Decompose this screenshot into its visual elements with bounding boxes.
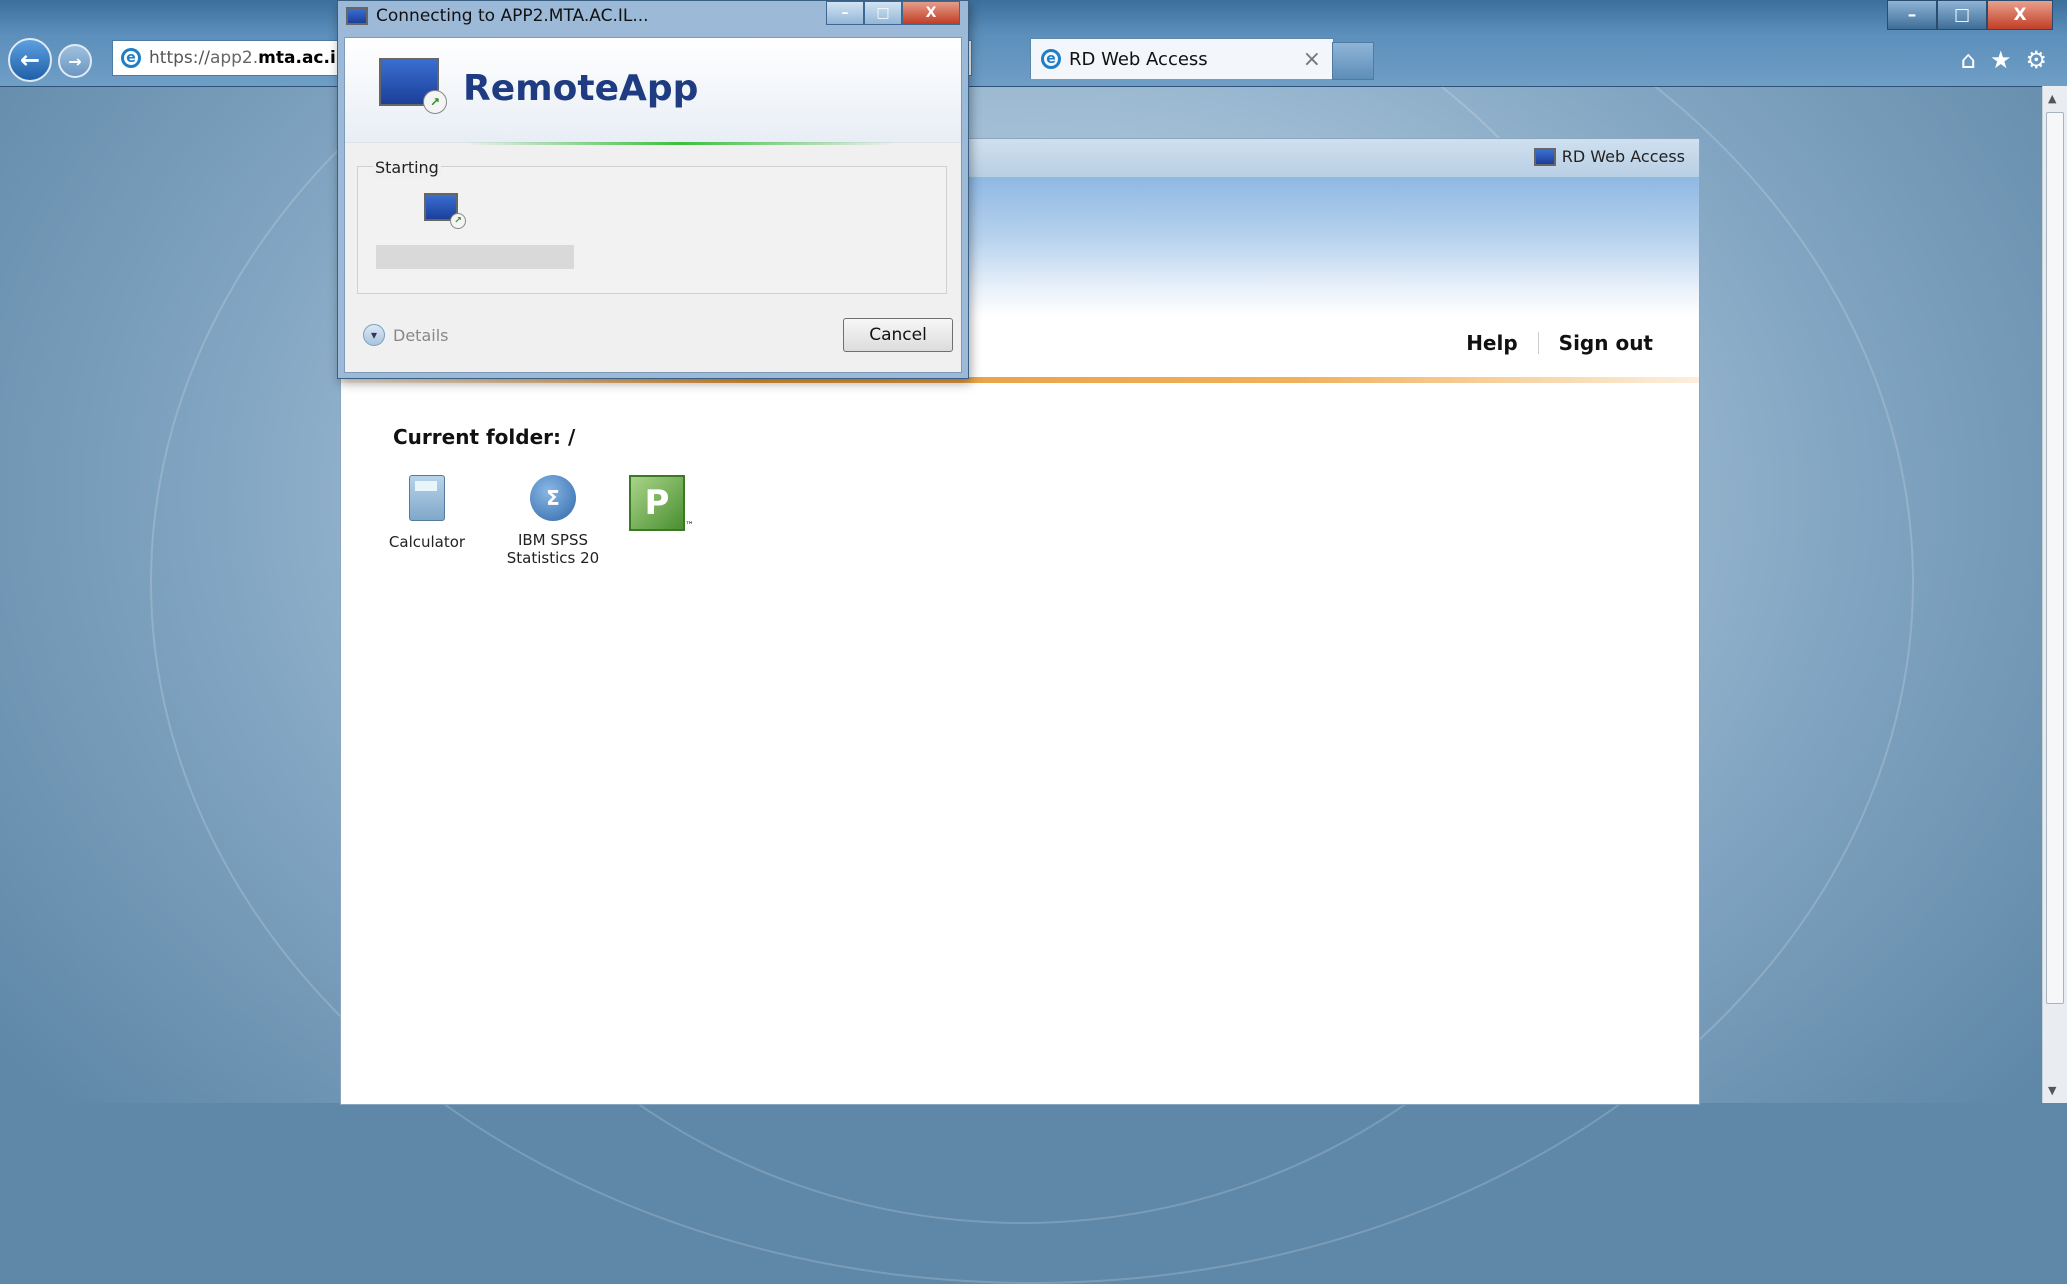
dialog-window-controls: – □ X [826,1,960,25]
help-link[interactable]: Help [1466,331,1517,355]
page-nav: Help Sign out [1466,331,1653,355]
remote-desktop-icon [1533,147,1556,166]
dialog-heading: RemoteApp [463,68,699,109]
scroll-down-icon[interactable]: ▼ [2048,1084,2056,1097]
app-starting-icon: ↗ [424,193,466,229]
url-domain: mta.ac.il [258,48,342,68]
calculator-icon [409,475,445,521]
gear-icon[interactable]: ⚙ [2025,46,2047,74]
dialog-close-button[interactable]: X [902,1,960,25]
app-ibm-spss[interactable]: Σ IBM SPSS Statistics 20 [503,475,603,567]
nav-divider [1537,332,1539,354]
remoteapp-logo-icon: ↗ [379,58,447,114]
scrollbar-thumb[interactable] [2046,112,2064,1004]
url-prefix: https:// [149,48,210,68]
toolbar-icons: ⌂ ★ ⚙ [1961,46,2047,74]
spss-icon: Σ [530,475,576,521]
app-name-redacted [376,245,574,269]
rd-web-access-label: RD Web Access [1533,147,1685,166]
browser-chrome: ← → e https:// app2. mta.ac.il / C ✕ e R… [0,0,2067,87]
ie-page-icon: e [121,48,141,68]
tab-title: RD Web Access [1069,48,1208,70]
new-tab-button[interactable] [1332,42,1374,80]
progress-glow [465,142,895,145]
star-icon[interactable]: ★ [1990,46,2012,74]
window-controls: – □ X [1887,0,2053,30]
remoteapp-connecting-dialog: Connecting to APP2.MTA.AC.IL... – □ X ↗ … [337,0,969,379]
trademark-mark: ™ [685,521,694,531]
current-folder-heading: Current folder: / [393,425,576,449]
app-project[interactable]: P ™ [629,475,729,567]
remote-desktop-icon [346,7,368,25]
scroll-up-icon[interactable]: ▲ [2048,92,2056,105]
maximize-button[interactable]: □ [1937,0,1987,30]
header-label-text: RD Web Access [1561,147,1685,166]
dialog-minimize-button[interactable]: – [826,1,864,25]
sign-out-link[interactable]: Sign out [1559,331,1653,355]
app-calculator[interactable]: Calculator [377,475,477,567]
cancel-button[interactable]: Cancel [843,318,953,352]
chevron-down-icon: ▾ [363,324,385,346]
url-host: app2. [209,48,259,68]
app-label: Calculator [388,533,466,551]
tab-rd-web-access[interactable]: e RD Web Access × [1030,38,1334,79]
back-button[interactable]: ← [8,38,52,82]
app-list: Calculator Σ IBM SPSS Statistics 20 P ™ [377,475,729,567]
tab-close-icon[interactable]: × [1303,47,1321,72]
forward-button[interactable]: → [58,44,92,78]
home-icon[interactable]: ⌂ [1961,46,1976,74]
dialog-maximize-button[interactable]: □ [864,1,902,25]
status-label: Starting [373,158,441,177]
details-toggle[interactable]: ▾ Details [363,324,448,346]
vertical-scrollbar[interactable]: ▲ ▼ [2042,86,2067,1103]
details-label: Details [393,325,449,345]
close-button[interactable]: X [1987,0,2053,30]
ie-tab-icon: e [1041,49,1061,69]
dialog-title: Connecting to APP2.MTA.AC.IL... [376,6,649,26]
dialog-header: ↗ RemoteApp [345,38,961,143]
minimize-button[interactable]: – [1887,0,1937,30]
app-label: IBM SPSS Statistics 20 [506,531,600,567]
project-icon: P [629,475,685,531]
status-group: ↗ [357,166,947,294]
dialog-body: ↗ RemoteApp ↗ Starting ▾ Details Cancel [344,37,962,373]
